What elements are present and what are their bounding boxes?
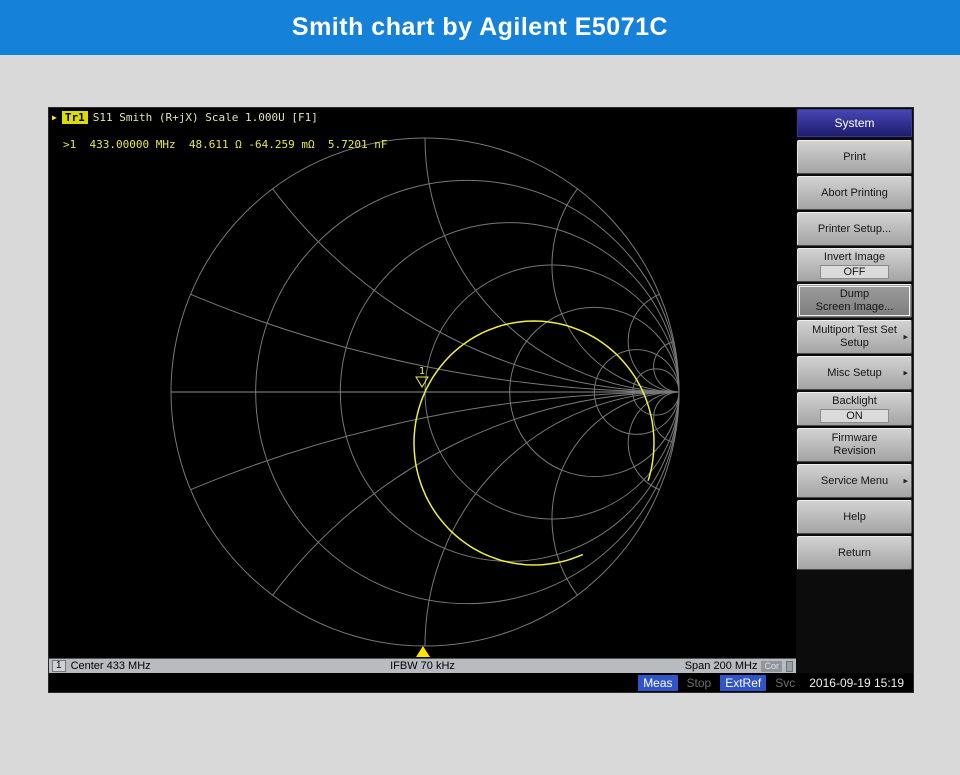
softkey-label: Misc Setup [827,367,881,380]
softkey-label: Firmware [832,432,878,445]
softkey-label: Screen Image... [816,301,894,314]
submenu-arrow-icon: ▸ [903,331,908,344]
softkey-label: Printer Setup... [818,223,891,236]
status-indicator-stop: Stop [682,675,717,691]
page-header: Smith chart by Agilent E5071C [0,0,960,55]
softkey-label: Abort Printing [821,187,888,200]
softkey-label: OFF [820,265,890,279]
trace-bar: ▶ Tr1 S11 Smith (R+jX) Scale 1.000U [F1] [52,111,318,124]
softkey-panel: System Print Abort Printing Printer Setup.… [796,108,913,673]
trace-badge: Tr1 [62,111,88,124]
correction-badge: Cor [761,661,782,672]
submenu-arrow-icon: ▸ [903,367,908,380]
softkey-return[interactable]: Return [797,536,912,570]
softkey-label: Help [843,511,866,524]
softkey-dump[interactable]: DumpScreen Image... [797,284,912,318]
trace-format-label: S11 Smith (R+jX) Scale 1.000U [F1] [93,111,318,124]
softkey-printer-setup[interactable]: Printer Setup... [797,212,912,246]
page-title: Smith chart by Agilent E5071C [292,13,668,42]
screen-column: 1 ▶ Tr1 S11 Smith (R+jX) Scale 1.000U [F1]… [49,108,796,673]
softkey-misc-setup[interactable]: Misc Setup ▸ [797,356,912,390]
softkey-label: Multiport Test Set [812,324,897,337]
softkey-backlight[interactable]: BacklightON [797,392,912,426]
softkey-label: Print [843,151,866,164]
softkey-label: ON [820,409,890,423]
main-row: 1 ▶ Tr1 S11 Smith (R+jX) Scale 1.000U [F1]… [49,108,913,673]
center-frequency-label: Center 433 MHz [71,660,151,672]
status-bar-right: Span 200 MHz Cor [685,660,793,672]
measurement-screen: 1 ▶ Tr1 S11 Smith (R+jX) Scale 1.000U [F1]… [49,108,796,658]
stimulus-marker-icon [416,646,430,657]
smith-chart: 1 [49,108,796,658]
softkey-service-menu[interactable]: Service Menu ▸ [797,464,912,498]
softkey-print[interactable]: Print [797,140,912,174]
span-label: Span 200 MHz [685,660,758,672]
softkey-label: Dump [840,288,869,301]
channel-indicator: 1 [52,660,66,672]
active-trace-indicator-icon: ▶ [52,112,57,123]
softkey-menu-title: System [797,109,912,137]
status-indicator-extref: ExtRef [720,675,766,691]
softkey-label: Service Menu [821,475,888,488]
softkey-label: Return [838,547,871,560]
status-indicator-2016-09-19-15-19: 2016-09-19 15:19 [804,675,909,691]
softkey-multiport-test-set[interactable]: Multiport Test SetSetup ▸ [797,320,912,354]
status-bar-grip[interactable] [786,661,793,672]
softkey-label: Revision [833,445,875,458]
stimulus-status-bar: 1 Center 433 MHz IFBW 70 kHz Span 200 MH… [49,658,796,673]
status-indicator-meas: Meas [638,675,677,691]
softkey-firmware[interactable]: FirmwareRevision [797,428,912,462]
softkey-label: Setup [840,337,869,350]
softkey-label: Backlight [832,395,877,408]
bottom-status-bar: Meas StopExtRefSvc2016-09-19 15:19 [49,673,913,692]
marker-readout: >1 433.00000 MHz 48.611 Ω -64.259 mΩ 5.7… [63,138,388,151]
softkey-invert-image[interactable]: Invert ImageOFF [797,248,912,282]
submenu-arrow-icon: ▸ [903,475,908,488]
marker-1-label: 1 [419,366,425,377]
softkey-label: Invert Image [824,251,885,264]
softkey-abort-printing[interactable]: Abort Printing [797,176,912,210]
s11-trace [414,321,654,565]
ifbw-label: IFBW 70 kHz [390,660,455,672]
status-indicator-svc: Svc [770,675,800,691]
softkey-help[interactable]: Help [797,500,912,534]
analyzer-screenshot: 1 ▶ Tr1 S11 Smith (R+jX) Scale 1.000U [F1]… [48,107,914,693]
